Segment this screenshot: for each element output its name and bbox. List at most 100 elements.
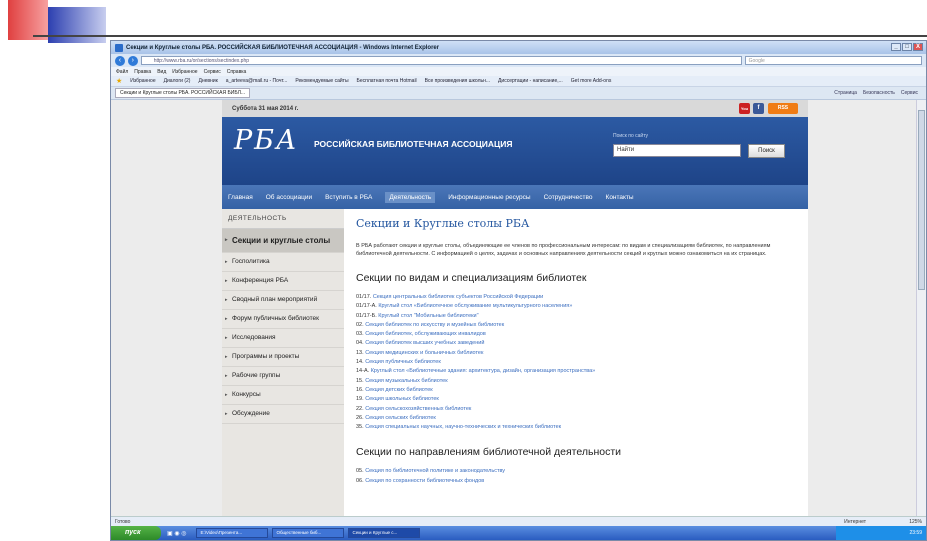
sidebar-item-forum[interactable]: Форум публичных библиотек [222,310,344,329]
status-text: Готово [115,518,131,525]
section-list-item: 19. Секция школьных библиотек [356,395,796,404]
youtube-icon[interactable]: You [739,103,750,114]
menu-tools[interactable]: Сервис [204,69,221,75]
section-link[interactable]: Секция библиотек высших учебных заведени… [365,340,484,346]
section-code: 26. [356,414,364,421]
fav-item[interactable]: Диссертации - написание,... [498,78,563,84]
sidebar-item-programs[interactable]: Программы и проекты [222,348,344,367]
menu-bar: Файл Правка Вид Избранное Сервис Справка [111,67,926,76]
section1-list: 01/17. Секция центральных библиотек субъ… [356,293,796,432]
nav-contacts[interactable]: Контакты [606,194,634,201]
section2-title: Секции по направлениям библиотечной деят… [356,446,622,459]
window-title: Секции и Круглые столы РБА. РОССИЙСКАЯ Б… [126,44,440,51]
nav-activity[interactable]: Деятельность [385,191,436,203]
nav-home[interactable]: Главная [228,194,253,201]
fav-item[interactable]: Get more Add-ons [571,78,612,84]
system-tray: 23:59 [836,526,926,540]
favorites-star-icon[interactable]: ★ [116,77,122,85]
sidebar-item-workgroups[interactable]: Рабочие группы [222,367,344,386]
section-list-item: 22. Секция сельскохозяйственных библиоте… [356,405,796,414]
taskbar-item[interactable]: Общественные биб... [272,528,345,538]
section-link[interactable]: Секция сельскохозяйственных библиотек [365,406,471,412]
section-code: 15. [356,377,364,384]
sidebar-item-contests[interactable]: Конкурсы [222,386,344,405]
site-search-input[interactable]: Найти [613,144,741,157]
section-list-item: 01/17. Секция центральных библиотек субъ… [356,293,796,302]
nav-cooperation[interactable]: Сотрудничество [544,194,593,201]
slide-decoration-blue [48,7,106,43]
fav-item[interactable]: Дневник [198,78,217,84]
browser-search-input[interactable]: Google [744,56,922,65]
fav-item[interactable]: Бесплатная почта Hotmail [357,78,417,84]
nav-join[interactable]: Вступить в РБА [325,194,372,201]
close-button[interactable]: X [913,43,923,51]
section-link[interactable]: Секция библиотек, обслуживающих инвалидо… [365,331,486,337]
cmd-security[interactable]: Безопасность [863,90,895,96]
scrollbar-thumb[interactable] [918,110,925,290]
rba-logo[interactable]: РБА [234,125,298,156]
section-list-item: 16. Секция детских библиотек [356,386,796,395]
section-link[interactable]: Секция публичных библиотек [365,359,441,365]
section-link[interactable]: Секция медицинских и больничных библиоте… [365,350,483,356]
sidebar-item-research[interactable]: Исследования [222,329,344,348]
menu-edit[interactable]: Правка [134,69,151,75]
section-link[interactable]: Секция школьных библиотек [365,396,439,402]
back-arrow-icon[interactable]: ‹ [115,55,125,66]
section-link[interactable]: Секция сельских библиотек [365,415,436,421]
fav-item[interactable]: Рекомендуемые сайты [295,78,348,84]
start-button[interactable]: пуск [111,526,161,540]
org-name: РОССИЙСКАЯ БИБЛИОТЕЧНАЯ АССОЦИАЦИЯ [314,139,513,149]
section-link[interactable]: Секция музыкальных библиотек [365,378,447,384]
menu-file[interactable]: Файл [116,69,128,75]
tab-current[interactable]: Секции и Круглые столы РБА. РОССИЙСКАЯ Б… [115,88,251,98]
sidebar-item-plan[interactable]: Сводный план мероприятий [222,291,344,310]
rss-button[interactable]: RSS [768,103,798,114]
section-code: 05. [356,468,364,475]
taskbar-item[interactable]: E:\Video\Презента... [196,528,269,538]
section-link[interactable]: Секция библиотек по искусству и музейных… [365,322,504,328]
ie-icon [115,43,123,52]
fav-item[interactable]: a_arteeva@mail.ru - Почт... [226,78,288,84]
cmd-tools[interactable]: Сервис [901,90,918,96]
nav-about[interactable]: Об ассоциации [266,194,312,201]
date-bar: Суббота 31 мая 2014 г. You f RSS [222,100,808,117]
fav-item[interactable]: Все произведения школьн... [425,78,490,84]
section-list-item: 05. Секция по библиотечной политике и за… [356,467,796,476]
section-link[interactable]: Круглый стол «Библиотечное обслуживание … [378,303,572,309]
maximize-button[interactable]: □ [902,43,912,51]
minimize-button[interactable]: _ [891,43,901,51]
section-link[interactable]: Секция центральных библиотек субъектов Р… [373,294,543,300]
sidebar-item-sections[interactable]: Секции и круглые столы [222,229,344,253]
menu-view[interactable]: Вид [157,69,166,75]
cmd-page[interactable]: Страница [834,90,857,96]
taskbar-item-active[interactable]: Секции и Круглые с... [348,528,421,538]
fav-item[interactable]: Диалоги (2) [164,78,191,84]
address-input[interactable]: http://www.rba.ru/or/sections/sectindex.… [140,56,742,65]
sidebar-item-policy[interactable]: Госполитика [222,253,344,272]
site-search-button[interactable]: Поиск [748,144,785,158]
section-code: 19. [356,396,364,403]
section-link[interactable]: Секция детских библиотек [365,387,432,393]
section-link[interactable]: Круглый стол «Библиотечные здания: архит… [371,368,596,374]
section-link[interactable]: Секция по библиотечной политике и законо… [365,468,505,474]
site-search-label: Поиск по сайту [613,133,649,139]
main-content: Секции и Круглые столы РБА В РБА работаю… [344,209,808,518]
section1-title: Секции по видам и специализациям библиот… [356,272,587,284]
zoom-level[interactable]: 125% [909,519,922,525]
sidebar-item-discussion[interactable]: Обсуждение [222,405,344,424]
vertical-scrollbar[interactable] [916,100,926,518]
facebook-icon[interactable]: f [753,103,764,114]
section-link[interactable]: Круглый стол "Мобильные библиотеки" [378,313,478,319]
section2-list: 05. Секция по библиотечной политике и за… [356,467,796,486]
section-link[interactable]: Секция по сохранности библиотечных фондо… [365,478,484,484]
favorites-bar: ★ Избранное Диалоги (2) Дневник a_arteev… [111,76,926,87]
fav-item[interactable]: Избранное [130,78,155,84]
current-date: Суббота 31 мая 2014 г. [232,105,299,112]
menu-help[interactable]: Справка [227,69,247,75]
forward-arrow-icon[interactable]: › [127,55,138,66]
nav-resources[interactable]: Информационные ресурсы [448,194,530,201]
sidebar-item-conference[interactable]: Конференция РБА [222,272,344,291]
section-link[interactable]: Секция специальных научных, научно-техни… [365,424,561,430]
menu-favorites[interactable]: Избранное [172,69,197,75]
quicklaunch-icon[interactable]: ▣ ◉ ◎ [167,530,186,537]
